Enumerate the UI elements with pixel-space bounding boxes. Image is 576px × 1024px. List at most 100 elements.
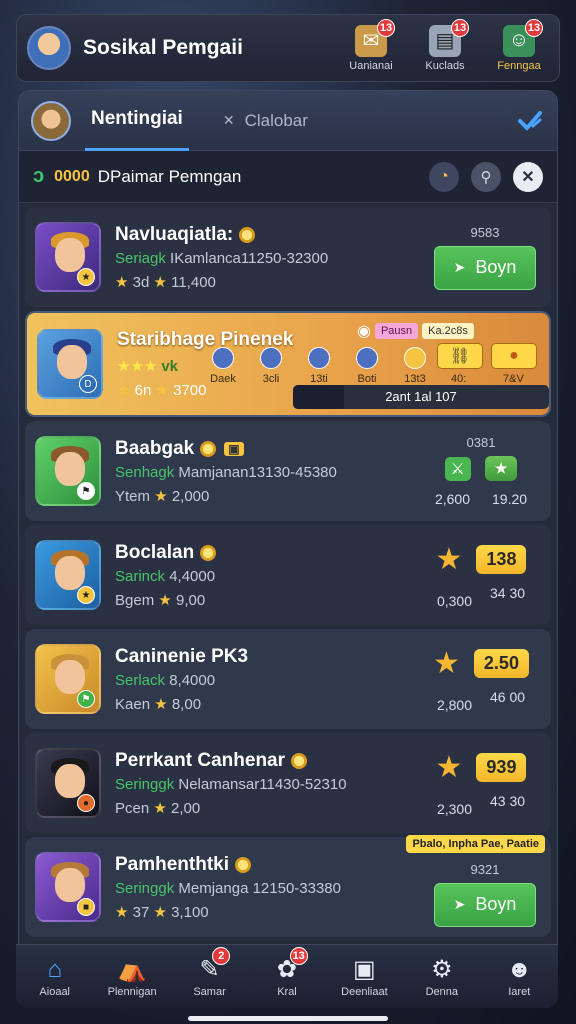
game-title: Navluaqiatla: xyxy=(115,223,234,245)
coin-icon xyxy=(239,226,256,243)
game-icon: ● xyxy=(35,748,101,818)
coin-icon: ● xyxy=(77,794,95,812)
refresh-button[interactable]: ◔ xyxy=(429,161,459,192)
coin-icon xyxy=(235,856,252,873)
home-indicator[interactable] xyxy=(188,1016,388,1021)
score-left: 2,300 xyxy=(436,800,472,817)
stat-value: 13t3 xyxy=(404,373,426,385)
home-icon: ⌂ xyxy=(47,955,62,983)
score-pill[interactable]: 138 xyxy=(476,544,527,574)
reward-button[interactable]: ● xyxy=(491,343,537,369)
game-subtitle-tag: Seriagk xyxy=(115,249,166,267)
rank-number: 9321 xyxy=(470,861,500,877)
screen-icon: ▣ xyxy=(353,955,376,983)
star-icon[interactable]: ★ xyxy=(436,750,463,785)
star-pill[interactable]: ★ xyxy=(484,456,518,481)
search-button[interactable]: ⚲ xyxy=(471,161,501,192)
star-icon: ★ xyxy=(154,487,168,505)
buy-button[interactable]: ➤ Boyn xyxy=(434,245,536,290)
rating-right: 3,100 xyxy=(171,903,209,921)
mail-label: Uanianai xyxy=(349,59,393,72)
nav-label: Plennigan xyxy=(107,985,157,998)
notification-badge: 13 xyxy=(525,18,543,37)
game-subtitle: Mamjanan13130-45380 xyxy=(178,463,337,481)
filter-bar: ↄ 0000 DPaimar Pemngan ◔ ⚲ ✕ xyxy=(19,151,557,203)
score-pill[interactable]: 2.50 xyxy=(473,648,529,678)
nav-label: Denna xyxy=(425,985,459,998)
rating-left: Ytem xyxy=(115,487,151,505)
reward-button[interactable]: ⛓ xyxy=(437,343,483,369)
mail-action[interactable]: ✉ 13 Uanianai xyxy=(341,18,401,72)
coin-icon: ★ xyxy=(77,586,95,604)
stat-value: 3cli xyxy=(262,373,280,385)
nav-item-screen[interactable]: ▣ Deenliaat xyxy=(326,945,403,1008)
flag-icon: ⚑ xyxy=(77,482,95,500)
score-pill[interactable]: 939 xyxy=(476,752,527,782)
cards-action[interactable]: ▤ 13 Kuclads xyxy=(415,18,475,72)
nav-item-settings[interactable]: ⚙ Denna xyxy=(403,945,480,1008)
app-title: Sosikal Pemgaii xyxy=(83,36,243,59)
rating-left: Pcen xyxy=(115,799,150,817)
tab-bar: Nentingiai ✕ Clalobar xyxy=(19,91,557,151)
list-item[interactable]: ⚑ Caninenie PK3 Serlack 8,4000 Kaen ★ 8,… xyxy=(25,629,551,729)
rating-left: 3d xyxy=(132,273,150,291)
score-right: 43 30 xyxy=(490,792,526,809)
arrow-icon: ➤ xyxy=(453,259,466,275)
coin-icon: ■ xyxy=(77,898,95,916)
rating-right: 11,400 xyxy=(171,273,216,291)
coin-icon xyxy=(291,752,308,769)
list-item[interactable]: ★ Navluaqiatla: Seriagk IKamlanca11250-3… xyxy=(25,207,551,307)
nav-item-bag[interactable]: ⛺ Plennigan xyxy=(93,945,170,1008)
buy-button-label: Boyn xyxy=(475,257,517,277)
game-subtitle: IKamlanca11250-32300 xyxy=(170,249,329,267)
game-subtitle-tag: Seringgk xyxy=(115,879,175,897)
coin-icon: ★ xyxy=(77,268,95,286)
nav-item-home[interactable]: ⌂ Aioaal xyxy=(16,945,93,1008)
stat-icon xyxy=(212,347,234,369)
user-icon: ☻ xyxy=(506,955,532,983)
game-subtitle: 8,4000 xyxy=(169,671,216,689)
tab-avatar[interactable] xyxy=(31,100,71,141)
rank-number: 9583 xyxy=(470,224,500,240)
close-tab-icon[interactable]: ✕ xyxy=(223,112,235,129)
game-list: ★ Navluaqiatla: Seriagk IKamlanca11250-3… xyxy=(19,203,557,937)
settings-icon: ⚙ xyxy=(431,955,453,983)
game-icon: ⚑ xyxy=(35,644,101,714)
filter-icon[interactable]: ↄ xyxy=(33,165,44,188)
close-button[interactable]: ✕ xyxy=(513,161,543,192)
game-subtitle-tag: Senhagk xyxy=(115,463,175,481)
top-bar: Sosikal Pemgaii ✉ 13 Uanianai ▤ 13 Kucla… xyxy=(16,14,560,82)
game-subtitle: Memjanga 12150-33380 xyxy=(178,879,341,897)
profile-action[interactable]: ☺ 13 Fenngaa xyxy=(489,18,549,72)
score-right: 46 00 xyxy=(490,688,526,705)
coin-icon xyxy=(200,440,217,457)
tab-inactive-label: Clalobar xyxy=(244,110,308,130)
list-item[interactable]: Pbalo, Inpha Pae, Paatie ■ Pamhenthtki S… xyxy=(25,835,551,937)
game-icon: ★ xyxy=(35,540,101,610)
tab-active[interactable]: Nentingiai xyxy=(85,91,189,151)
buy-button[interactable]: ➤ Boyn xyxy=(434,882,536,927)
check-icon[interactable] xyxy=(515,106,545,136)
star-icon[interactable]: ★ xyxy=(433,646,460,681)
nav-item-user[interactable]: ☻ Iaret xyxy=(481,945,558,1008)
star-icon[interactable]: ★ xyxy=(436,542,463,577)
sword-icon[interactable]: ⚔ xyxy=(444,456,471,481)
list-item[interactable]: ⚑ Baabgak ▣ Senhagk Mamjanan13130-45380 Y… xyxy=(25,421,551,521)
score-left: 2,600 xyxy=(434,491,470,507)
coin-icon xyxy=(200,544,217,561)
nav-item-chat[interactable]: ✎ 2 Samar xyxy=(171,945,248,1008)
score-left: 2,800 xyxy=(436,696,472,713)
avatar[interactable] xyxy=(27,26,71,70)
nav-item-gear[interactable]: ✿ 13 Kral xyxy=(248,945,325,1008)
rating-left: Bgem xyxy=(115,591,155,609)
stat-icon xyxy=(260,347,282,369)
game-title: Pamhenthtki xyxy=(115,853,230,875)
tooltip: Pbalo, Inpha Pae, Paatie xyxy=(406,835,545,853)
list-item[interactable]: ★ Boclalan Sarinck 4,4000 Bgem ★ 9,00 ★ … xyxy=(25,525,551,625)
progress-text: 2ant 1al 107 xyxy=(385,389,457,404)
bag-icon: ⛺ xyxy=(117,955,148,983)
flag-icon: ⚑ xyxy=(77,690,95,708)
list-item-highlighted[interactable]: D Staribhage Pinenek ★★★ vk ★ 6n ★ 3700 ◉… xyxy=(25,311,551,417)
tab-inactive[interactable]: ✕ Clalobar xyxy=(223,111,308,131)
list-item[interactable]: ● Perrkant Canhenar Seringgk Nelamansar1… xyxy=(25,733,551,833)
